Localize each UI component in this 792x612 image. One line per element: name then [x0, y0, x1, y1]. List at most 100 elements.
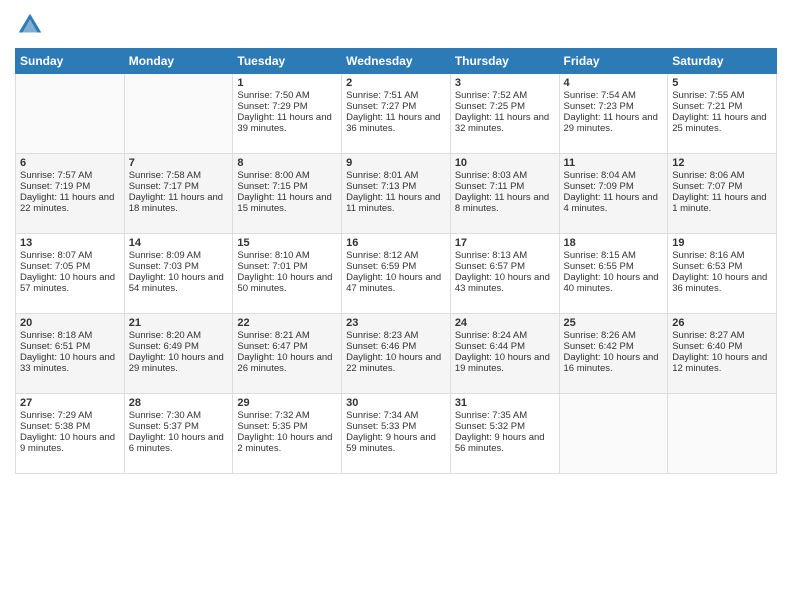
- sunrise: Sunrise: 8:04 AM: [564, 170, 636, 181]
- daylight: Daylight: 11 hours and 39 minutes.: [237, 112, 331, 134]
- calendar-cell: 13Sunrise: 8:07 AMSunset: 7:05 PMDayligh…: [16, 234, 125, 314]
- sunset: Sunset: 6:44 PM: [455, 341, 525, 352]
- daylight: Daylight: 11 hours and 1 minute.: [672, 192, 766, 214]
- calendar-cell: [559, 394, 668, 474]
- day-number: 10: [455, 157, 555, 169]
- day-number: 24: [455, 317, 555, 329]
- daylight: Daylight: 10 hours and 40 minutes.: [564, 272, 659, 294]
- calendar-cell: 25Sunrise: 8:26 AMSunset: 6:42 PMDayligh…: [559, 314, 668, 394]
- calendar-cell: 6Sunrise: 7:57 AMSunset: 7:19 PMDaylight…: [16, 154, 125, 234]
- sunset: Sunset: 7:17 PM: [129, 181, 199, 192]
- calendar-cell: 2Sunrise: 7:51 AMSunset: 7:27 PMDaylight…: [342, 74, 451, 154]
- calendar-cell: 19Sunrise: 8:16 AMSunset: 6:53 PMDayligh…: [668, 234, 777, 314]
- calendar-cell: 16Sunrise: 8:12 AMSunset: 6:59 PMDayligh…: [342, 234, 451, 314]
- sunrise: Sunrise: 8:12 AM: [346, 250, 418, 261]
- sunrise: Sunrise: 7:32 AM: [237, 410, 309, 421]
- calendar-cell: 27Sunrise: 7:29 AMSunset: 5:38 PMDayligh…: [16, 394, 125, 474]
- day-number: 6: [20, 157, 120, 169]
- calendar-cell: 29Sunrise: 7:32 AMSunset: 5:35 PMDayligh…: [233, 394, 342, 474]
- sunset: Sunset: 5:37 PM: [129, 421, 199, 432]
- day-number: 30: [346, 397, 446, 409]
- day-number: 4: [564, 77, 664, 89]
- logo: [15, 10, 47, 40]
- sunrise: Sunrise: 8:21 AM: [237, 330, 309, 341]
- calendar-cell: 9Sunrise: 8:01 AMSunset: 7:13 PMDaylight…: [342, 154, 451, 234]
- sunrise: Sunrise: 7:34 AM: [346, 410, 418, 421]
- sunset: Sunset: 7:05 PM: [20, 261, 90, 272]
- daylight: Daylight: 11 hours and 32 minutes.: [455, 112, 549, 134]
- calendar-cell: 14Sunrise: 8:09 AMSunset: 7:03 PMDayligh…: [124, 234, 233, 314]
- sunrise: Sunrise: 7:58 AM: [129, 170, 201, 181]
- sunset: Sunset: 7:13 PM: [346, 181, 416, 192]
- sunrise: Sunrise: 7:51 AM: [346, 90, 418, 101]
- daylight: Daylight: 10 hours and 12 minutes.: [672, 352, 767, 374]
- day-number: 2: [346, 77, 446, 89]
- calendar-cell: 17Sunrise: 8:13 AMSunset: 6:57 PMDayligh…: [450, 234, 559, 314]
- daylight: Daylight: 10 hours and 9 minutes.: [20, 432, 115, 454]
- week-row-1: 1Sunrise: 7:50 AMSunset: 7:29 PMDaylight…: [16, 74, 777, 154]
- sunset: Sunset: 7:07 PM: [672, 181, 742, 192]
- sunset: Sunset: 7:25 PM: [455, 101, 525, 112]
- daylight: Daylight: 10 hours and 36 minutes.: [672, 272, 767, 294]
- sunrise: Sunrise: 8:09 AM: [129, 250, 201, 261]
- day-number: 28: [129, 397, 229, 409]
- sunrise: Sunrise: 8:24 AM: [455, 330, 527, 341]
- sunset: Sunset: 6:51 PM: [20, 341, 90, 352]
- sunrise: Sunrise: 8:13 AM: [455, 250, 527, 261]
- daylight: Daylight: 10 hours and 2 minutes.: [237, 432, 332, 454]
- calendar-container: SundayMondayTuesdayWednesdayThursdayFrid…: [0, 0, 792, 484]
- sunset: Sunset: 7:21 PM: [672, 101, 742, 112]
- day-number: 14: [129, 237, 229, 249]
- daylight: Daylight: 11 hours and 11 minutes.: [346, 192, 440, 214]
- daylight: Daylight: 9 hours and 59 minutes.: [346, 432, 436, 454]
- day-number: 1: [237, 77, 337, 89]
- daylight: Daylight: 10 hours and 47 minutes.: [346, 272, 441, 294]
- sunrise: Sunrise: 7:50 AM: [237, 90, 309, 101]
- sunset: Sunset: 7:15 PM: [237, 181, 307, 192]
- daylight: Daylight: 11 hours and 4 minutes.: [564, 192, 658, 214]
- sunrise: Sunrise: 8:03 AM: [455, 170, 527, 181]
- daylight: Daylight: 10 hours and 29 minutes.: [129, 352, 224, 374]
- daylight: Daylight: 11 hours and 25 minutes.: [672, 112, 766, 134]
- calendar-cell: 8Sunrise: 8:00 AMSunset: 7:15 PMDaylight…: [233, 154, 342, 234]
- calendar-cell: 7Sunrise: 7:58 AMSunset: 7:17 PMDaylight…: [124, 154, 233, 234]
- day-number: 23: [346, 317, 446, 329]
- daylight: Daylight: 11 hours and 8 minutes.: [455, 192, 549, 214]
- daylight: Daylight: 10 hours and 43 minutes.: [455, 272, 550, 294]
- sunrise: Sunrise: 8:20 AM: [129, 330, 201, 341]
- calendar-cell: [668, 394, 777, 474]
- daylight: Daylight: 10 hours and 33 minutes.: [20, 352, 115, 374]
- sunset: Sunset: 6:53 PM: [672, 261, 742, 272]
- day-number: 15: [237, 237, 337, 249]
- daylight: Daylight: 11 hours and 18 minutes.: [129, 192, 223, 214]
- day-header-sunday: Sunday: [16, 49, 125, 74]
- sunset: Sunset: 6:46 PM: [346, 341, 416, 352]
- sunrise: Sunrise: 7:55 AM: [672, 90, 744, 101]
- daylight: Daylight: 11 hours and 15 minutes.: [237, 192, 331, 214]
- calendar-cell: 30Sunrise: 7:34 AMSunset: 5:33 PMDayligh…: [342, 394, 451, 474]
- calendar-cell: 18Sunrise: 8:15 AMSunset: 6:55 PMDayligh…: [559, 234, 668, 314]
- sunset: Sunset: 6:57 PM: [455, 261, 525, 272]
- daylight: Daylight: 10 hours and 57 minutes.: [20, 272, 115, 294]
- sunrise: Sunrise: 8:06 AM: [672, 170, 744, 181]
- day-number: 26: [672, 317, 772, 329]
- calendar-cell: 10Sunrise: 8:03 AMSunset: 7:11 PMDayligh…: [450, 154, 559, 234]
- sunrise: Sunrise: 8:00 AM: [237, 170, 309, 181]
- day-header-tuesday: Tuesday: [233, 49, 342, 74]
- sunset: Sunset: 7:27 PM: [346, 101, 416, 112]
- calendar-cell: 24Sunrise: 8:24 AMSunset: 6:44 PMDayligh…: [450, 314, 559, 394]
- day-number: 25: [564, 317, 664, 329]
- sunset: Sunset: 6:47 PM: [237, 341, 307, 352]
- day-number: 7: [129, 157, 229, 169]
- header: [15, 10, 777, 40]
- daylight: Daylight: 10 hours and 19 minutes.: [455, 352, 550, 374]
- sunset: Sunset: 6:49 PM: [129, 341, 199, 352]
- calendar-cell: 22Sunrise: 8:21 AMSunset: 6:47 PMDayligh…: [233, 314, 342, 394]
- day-number: 3: [455, 77, 555, 89]
- sunrise: Sunrise: 8:07 AM: [20, 250, 92, 261]
- day-number: 29: [237, 397, 337, 409]
- day-number: 22: [237, 317, 337, 329]
- calendar-cell: 15Sunrise: 8:10 AMSunset: 7:01 PMDayligh…: [233, 234, 342, 314]
- day-number: 31: [455, 397, 555, 409]
- sunrise: Sunrise: 7:29 AM: [20, 410, 92, 421]
